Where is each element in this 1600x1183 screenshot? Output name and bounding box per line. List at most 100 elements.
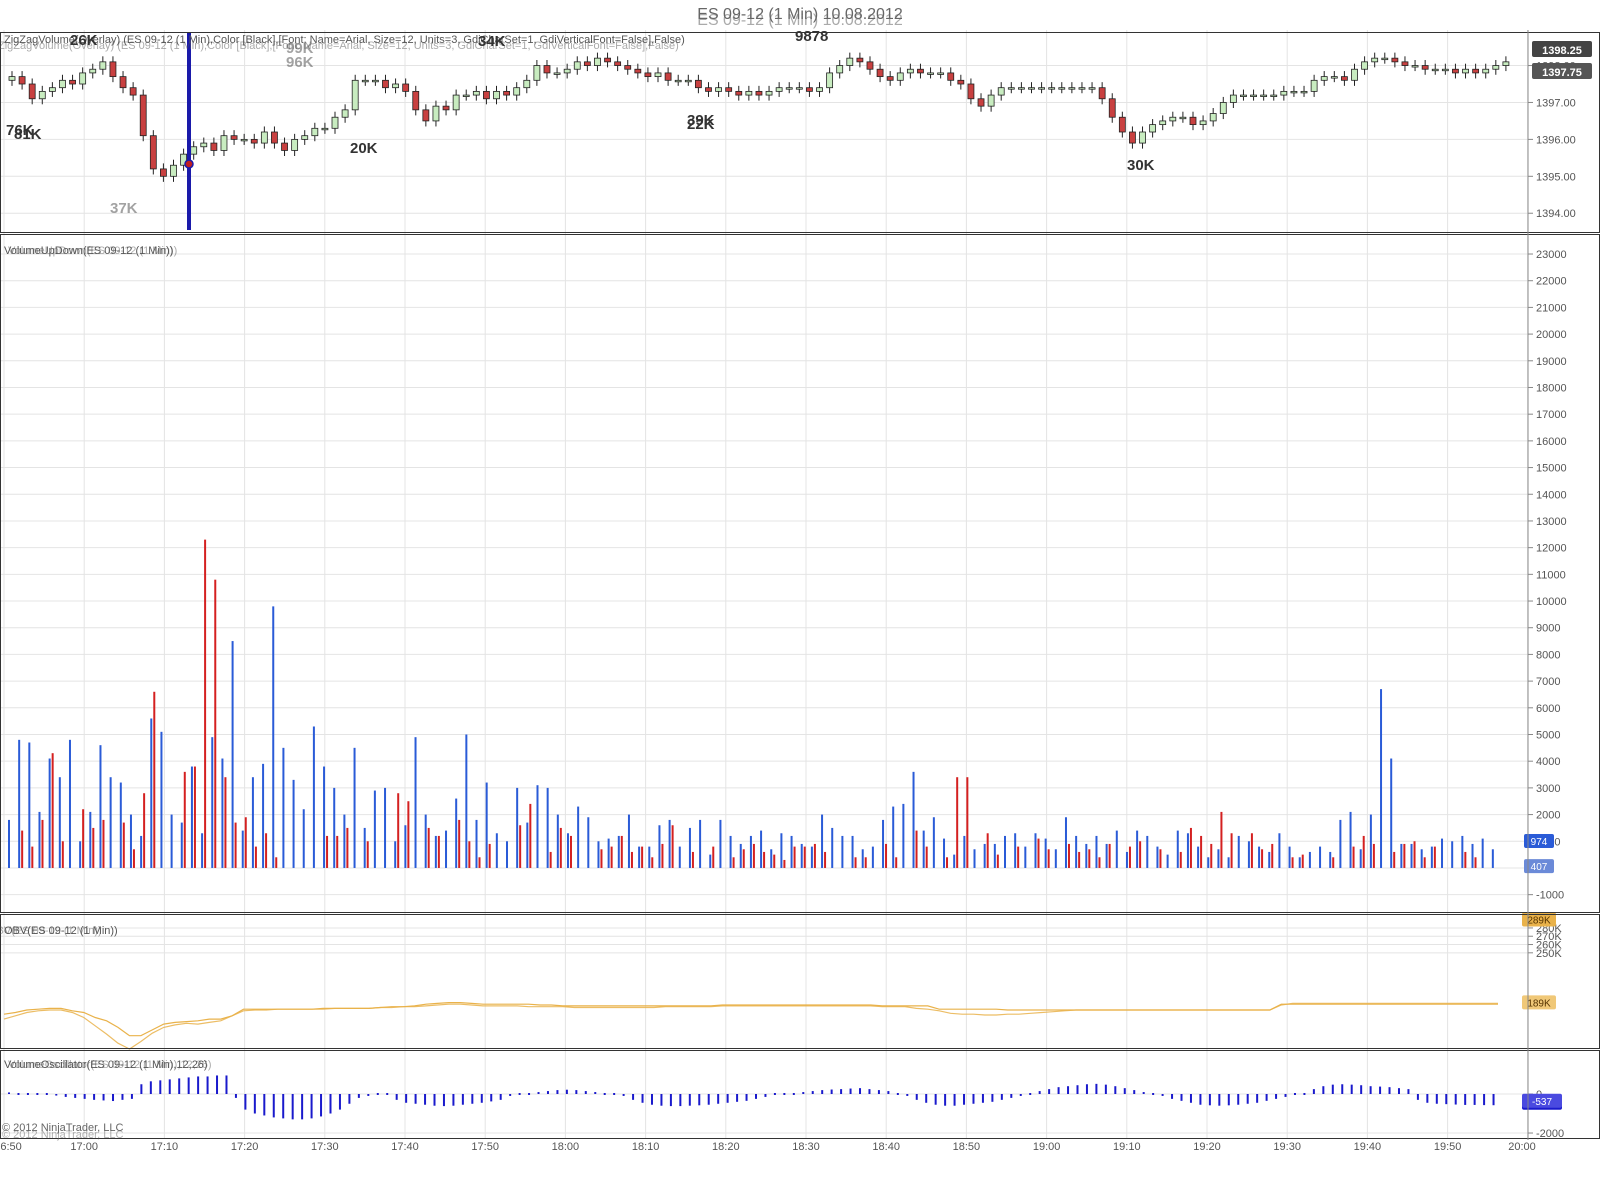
volume-down-bar <box>346 827 349 868</box>
osc-dot <box>528 1093 531 1095</box>
volume-up-bar <box>1258 846 1261 868</box>
volume-down-bar <box>996 854 999 868</box>
candle-body <box>765 90 773 96</box>
candle-body <box>250 138 258 144</box>
volume-up-bar <box>1319 846 1322 868</box>
candle-body <box>705 87 712 92</box>
panel-frame <box>0 32 1600 233</box>
volume-down-bar <box>366 841 369 868</box>
volume-up-bar <box>821 814 824 868</box>
volume-up-bar <box>465 734 468 868</box>
osc-bar <box>1095 1083 1098 1094</box>
volume-down-bar <box>51 753 54 868</box>
candle-body <box>210 142 218 151</box>
osc-dot <box>613 1093 616 1095</box>
volume-up-bar <box>190 766 193 868</box>
osc-bar <box>565 1089 568 1094</box>
osc-bar <box>1180 1094 1183 1101</box>
volume-down-bar <box>1413 841 1416 868</box>
candle-body <box>513 87 521 96</box>
candle-body <box>1502 61 1510 66</box>
volume-up-bar <box>882 819 885 868</box>
osc-bar <box>764 1094 767 1097</box>
volume-up-bar <box>292 779 295 868</box>
volume-up-bar <box>953 854 956 868</box>
volume-down-bar <box>651 857 654 868</box>
candle-body <box>1108 98 1116 118</box>
volume-up-bar <box>333 787 336 868</box>
volume-tick-label: 22000 <box>1536 276 1567 288</box>
osc-bar <box>660 1094 663 1106</box>
osc-bar <box>963 1094 966 1105</box>
osc-bar <box>1416 1094 1419 1100</box>
obv-panel-label-echo: OBV(ES 09-12 (1 Min)) <box>0 925 102 937</box>
volume-up-bar <box>475 819 478 868</box>
volume-up-bar <box>943 838 946 868</box>
osc-bar <box>1379 1086 1382 1094</box>
osc-bar <box>357 1094 360 1098</box>
osc-bar <box>263 1094 266 1116</box>
osc-bar <box>1133 1090 1136 1094</box>
osc-bar <box>925 1094 928 1103</box>
osc-bar <box>244 1094 247 1110</box>
osc-dot <box>26 1093 29 1095</box>
volume-up-bar <box>48 758 51 868</box>
osc-bar <box>991 1094 994 1102</box>
volume-down-bar <box>397 793 400 868</box>
candle-body <box>139 94 147 137</box>
candle-body <box>341 109 349 118</box>
osc-bar <box>8 1092 10 1094</box>
volume-up-bar <box>1349 811 1352 868</box>
volume-up-bar <box>424 814 427 868</box>
osc-bar <box>1189 1094 1192 1103</box>
osc-bar <box>1114 1086 1117 1094</box>
osc-bar <box>698 1094 701 1106</box>
osc-bar <box>140 1084 143 1094</box>
candle-body <box>493 90 500 100</box>
candle-body <box>59 79 66 89</box>
volume-up-bar <box>546 787 549 868</box>
volume-up-bar <box>851 835 854 868</box>
candle-body <box>806 87 813 92</box>
volume-up-bar <box>1044 838 1047 868</box>
osc-bar <box>338 1094 341 1110</box>
volume-tick-label: 3000 <box>1536 783 1560 795</box>
candle-body <box>644 72 652 78</box>
osc-bar <box>1275 1094 1278 1099</box>
osc-bar <box>736 1094 739 1102</box>
volume-badge-text: 974 <box>1531 837 1548 848</box>
osc-bar <box>1199 1094 1202 1105</box>
candle-body <box>816 87 823 92</box>
volume-down-bar <box>1108 843 1111 868</box>
osc-bar <box>1246 1094 1249 1104</box>
osc-bar <box>546 1091 549 1094</box>
candle-body <box>634 68 642 74</box>
volume-down-bar <box>1403 843 1406 868</box>
volume-tick-label: 19000 <box>1536 356 1567 368</box>
osc-bar <box>915 1094 918 1100</box>
volume-up-bar <box>810 846 813 868</box>
volume-down-bar <box>1423 857 1426 868</box>
volume-down-bar <box>1362 835 1365 868</box>
obv-line <box>3 1002 1498 1050</box>
zigzag-label: 37K <box>110 200 138 217</box>
candle-body <box>1401 61 1409 66</box>
osc-bar <box>953 1094 956 1106</box>
volume-down-bar <box>559 827 562 868</box>
volume-down-bar <box>946 857 949 868</box>
volume-up-bar <box>8 819 10 868</box>
time-tick-label: 17:50 <box>471 1141 499 1153</box>
panel-frame <box>0 914 1600 1049</box>
candle-body <box>543 65 551 74</box>
volume-tick-label: 20000 <box>1536 329 1567 341</box>
osc-bar <box>187 1077 190 1094</box>
osc-bar <box>641 1094 644 1103</box>
volume-up-bar <box>536 785 539 868</box>
volume-up-bar <box>1491 849 1494 868</box>
volume-up-bar <box>617 835 620 868</box>
chart-canvas[interactable]: 16:50 17:00 17:10 17:20 17:30 17:40 17:50 18:00… <box>0 0 1600 1178</box>
osc-dot <box>386 1093 389 1095</box>
osc-bar <box>1000 1094 1003 1100</box>
volume-down-bar <box>712 846 715 868</box>
volume-up-bar <box>394 841 397 868</box>
